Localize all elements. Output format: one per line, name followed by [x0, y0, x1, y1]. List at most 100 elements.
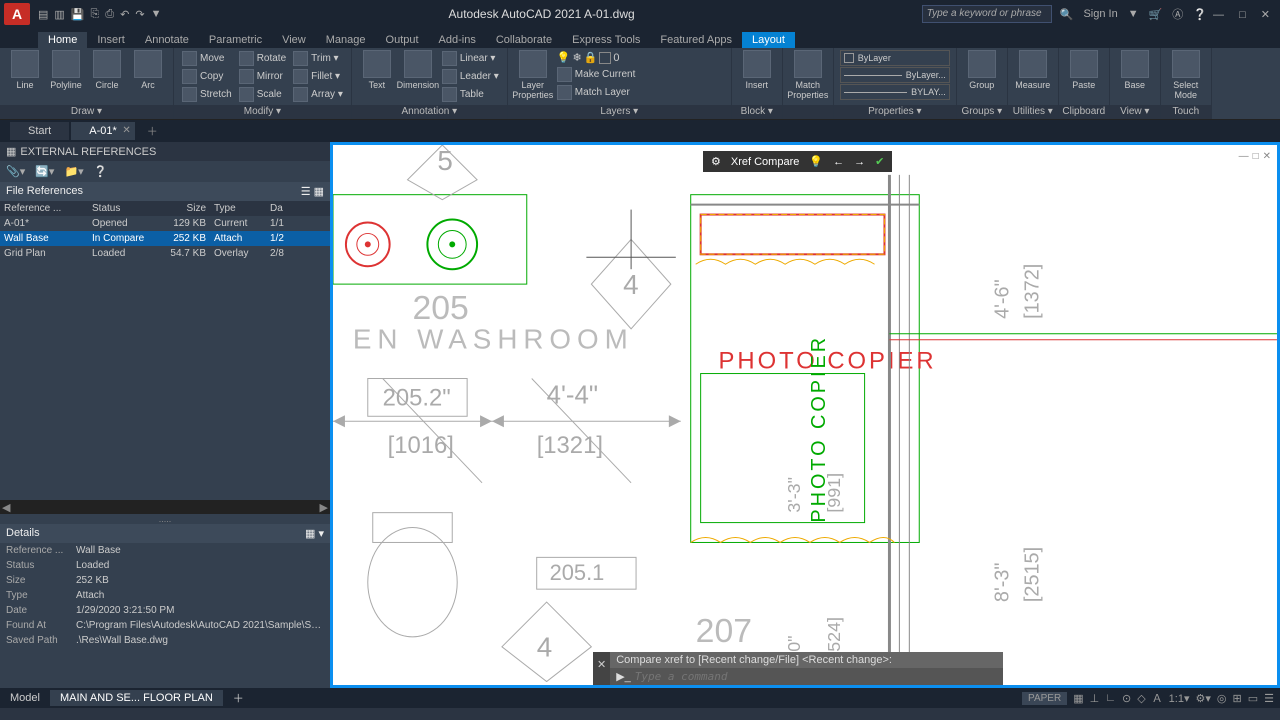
table-button[interactable]: Table — [440, 86, 501, 103]
hscrollbar[interactable]: ◀▶ — [0, 500, 330, 514]
match-properties-button[interactable]: Match Properties — [789, 50, 827, 100]
prev-arrow-icon[interactable]: ← — [833, 156, 844, 168]
minimize-button[interactable]: — — [1207, 9, 1230, 21]
layer-properties-button[interactable]: Layer Properties — [514, 50, 552, 100]
qat-redo-icon[interactable]: ↷ — [135, 8, 144, 21]
app-icon[interactable]: Ⓐ — [1172, 6, 1183, 22]
doctab-active[interactable]: A-01*✕ — [71, 122, 135, 140]
maximize-viewport-icon[interactable]: □ — [1253, 151, 1259, 162]
color-dropdown[interactable]: ByLayer — [840, 50, 950, 66]
group-groups-label[interactable]: Groups ▾ — [957, 105, 1007, 119]
bulb-icon[interactable]: 💡 — [809, 155, 823, 168]
table-row[interactable]: A-01*Opened129 KBCurrent1/1 — [0, 216, 330, 231]
group-layers-label[interactable]: Layers ▾ — [508, 105, 731, 119]
fillet-button[interactable]: Fillet ▾ — [291, 68, 345, 85]
clean-icon[interactable]: ▭ — [1248, 692, 1258, 705]
signin-button[interactable]: Sign In — [1083, 8, 1117, 20]
trim-button[interactable]: Trim ▾ — [291, 50, 345, 67]
qat-saveas-icon[interactable]: ⎘ — [91, 8, 100, 21]
scale-button[interactable]: Scale — [237, 86, 288, 103]
stretch-button[interactable]: Stretch — [180, 86, 234, 103]
tab-home[interactable]: Home — [38, 32, 87, 48]
qat-plot-icon[interactable]: ⎙ — [105, 8, 114, 21]
dimension-button[interactable]: Dimension — [399, 50, 437, 90]
group-modify-label[interactable]: Modify ▾ — [174, 105, 351, 119]
attach-dwg-icon[interactable]: 📎▾ — [6, 165, 25, 178]
tab-output[interactable]: Output — [376, 32, 429, 48]
help-icon[interactable]: ❔ — [94, 165, 108, 178]
ortho-icon[interactable]: ∟ — [1105, 692, 1116, 704]
close-button[interactable]: ✕ — [1255, 9, 1276, 21]
tab-manage[interactable]: Manage — [316, 32, 376, 48]
array-button[interactable]: Array ▾ — [291, 86, 345, 103]
tab-featured[interactable]: Featured Apps — [650, 32, 742, 48]
tab-parametric[interactable]: Parametric — [199, 32, 272, 48]
lineweight-dropdown[interactable]: ByLayer... — [840, 67, 950, 83]
group-properties-label[interactable]: Properties ▾ — [834, 105, 956, 119]
qat-new-icon[interactable]: ▤ — [38, 8, 48, 21]
change-path-icon[interactable]: 📁▾ — [64, 165, 83, 178]
splitter[interactable]: ..... — [0, 514, 330, 524]
tab-insert[interactable]: Insert — [87, 32, 135, 48]
close-viewport-icon[interactable]: ✕ — [1263, 151, 1271, 162]
layout-tab-main[interactable]: MAIN AND SE... FLOOR PLAN — [50, 690, 223, 706]
doctab-start[interactable]: Start — [10, 122, 69, 140]
select-mode-button[interactable]: Select Mode — [1167, 50, 1205, 100]
base-button[interactable]: Base — [1116, 50, 1154, 90]
group-button[interactable]: Group — [963, 50, 1001, 90]
layout-tab-model[interactable]: Model — [0, 690, 50, 706]
group-annotate-label[interactable]: Annotation ▾ — [352, 105, 507, 119]
linetype-dropdown[interactable]: BYLAY... — [840, 84, 950, 100]
maximize-button[interactable]: □ — [1233, 9, 1252, 21]
th-date[interactable]: Da — [266, 203, 302, 214]
help-search-input[interactable]: Type a keyword or phrase — [922, 5, 1052, 23]
circle-button[interactable]: Circle — [88, 50, 126, 90]
cart-icon[interactable]: 🛒 — [1149, 8, 1163, 21]
group-block-label[interactable]: Block ▾ — [732, 105, 782, 119]
th-reference[interactable]: Reference ... — [0, 203, 88, 214]
snap-icon[interactable]: ⊥ — [1090, 692, 1100, 705]
table-row[interactable]: Wall BaseIn Compare252 KBAttach1/2 — [0, 231, 330, 246]
refresh-icon[interactable]: 🔄▾ — [35, 165, 54, 178]
match-layer-button[interactable]: Match Layer — [555, 84, 725, 101]
qat-save-icon[interactable]: 💾 — [71, 8, 85, 21]
group-view-label[interactable]: View ▾ — [1110, 105, 1160, 119]
accept-icon[interactable]: ✔ — [875, 155, 884, 168]
next-arrow-icon[interactable]: → — [854, 156, 865, 168]
tab-addins[interactable]: Add-ins — [429, 32, 486, 48]
hardware-icon[interactable]: ⊞ — [1233, 692, 1242, 705]
measure-button[interactable]: Measure — [1014, 50, 1052, 90]
workspace-icon[interactable]: ⚙▾ — [1196, 692, 1211, 705]
customize-icon[interactable]: ☰ — [1264, 692, 1274, 705]
qat-dropdown-icon[interactable]: ▼ — [151, 8, 162, 21]
grid-icon[interactable]: ▦ — [1073, 692, 1083, 705]
polar-icon[interactable]: ⊙ — [1122, 692, 1131, 705]
group-draw-label[interactable]: Draw ▾ — [0, 105, 173, 119]
scroll-right-icon[interactable]: ▶ — [320, 501, 328, 514]
scale-icon[interactable]: 1:1▾ — [1169, 692, 1190, 705]
tab-annotate[interactable]: Annotate — [135, 32, 199, 48]
tab-layout[interactable]: Layout — [742, 32, 795, 48]
th-status[interactable]: Status — [88, 203, 166, 214]
group-utils-label[interactable]: Utilities ▾ — [1008, 105, 1058, 119]
paste-button[interactable]: Paste — [1065, 50, 1103, 90]
paper-button[interactable]: PAPER — [1022, 692, 1067, 705]
cmdline-input[interactable] — [635, 670, 997, 683]
annotation-scale-icon[interactable]: Ａ — [1152, 690, 1163, 706]
doctab-close-icon[interactable]: ✕ — [122, 125, 130, 136]
tab-express[interactable]: Express Tools — [562, 32, 650, 48]
rotate-button[interactable]: Rotate — [237, 50, 288, 67]
details-options-icon[interactable]: ▦ ▾ — [305, 527, 324, 540]
insert-button[interactable]: Insert — [738, 50, 776, 90]
drawing-canvas[interactable]: ⚙ Xref Compare 💡 ← → ✔ 4 — [330, 142, 1280, 688]
line-button[interactable]: Line — [6, 50, 44, 90]
list-options-icon[interactable]: ☰ ▦ — [301, 185, 324, 198]
tab-view[interactable]: View — [272, 32, 316, 48]
table-row[interactable]: Grid PlanLoaded54.7 KBOverlay2/8 — [0, 246, 330, 261]
minimize-viewport-icon[interactable]: — — [1239, 151, 1249, 162]
leader-button[interactable]: Leader ▾ — [440, 68, 501, 85]
scroll-left-icon[interactable]: ◀ — [2, 501, 10, 514]
move-button[interactable]: Move — [180, 50, 234, 67]
gear-icon[interactable]: ⚙ — [711, 155, 721, 168]
isolate-icon[interactable]: ◎ — [1217, 692, 1227, 705]
